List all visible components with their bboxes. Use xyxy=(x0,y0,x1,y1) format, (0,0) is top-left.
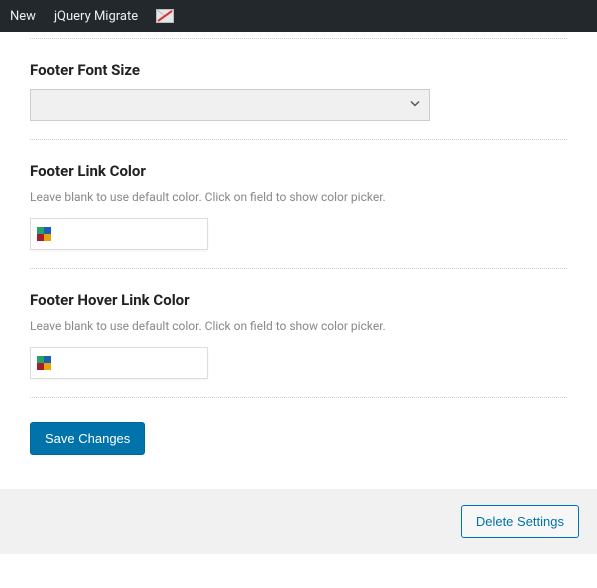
footer-hover-link-color-input[interactable] xyxy=(30,347,208,379)
admin-bar: New jQuery Migrate xyxy=(0,0,597,32)
footer-hover-link-color-desc: Leave blank to use default color. Click … xyxy=(30,319,567,333)
footer-link-color-desc: Leave blank to use default color. Click … xyxy=(30,190,567,204)
footer-actions: Delete Settings xyxy=(0,489,597,554)
footer-hover-link-color-title: Footer Hover Link Color xyxy=(30,291,567,309)
footer-link-color-input[interactable] xyxy=(30,218,208,250)
color-picker-icon xyxy=(37,356,51,370)
footer-hover-link-color-section: Footer Hover Link Color Leave blank to u… xyxy=(30,268,567,398)
save-row: Save Changes xyxy=(30,398,567,469)
footer-font-size-section: Footer Font Size xyxy=(30,38,567,140)
footer-font-size-title: Footer Font Size xyxy=(30,61,567,79)
save-changes-button[interactable]: Save Changes xyxy=(30,422,145,455)
color-picker-icon xyxy=(37,227,51,241)
adminbar-new-link[interactable]: New xyxy=(10,9,36,24)
footer-link-color-title: Footer Link Color xyxy=(30,162,567,180)
mail-icon[interactable] xyxy=(156,9,174,23)
adminbar-jquery-migrate-link[interactable]: jQuery Migrate xyxy=(54,9,138,24)
footer-link-color-section: Footer Link Color Leave blank to use def… xyxy=(30,139,567,269)
delete-settings-button[interactable]: Delete Settings xyxy=(461,505,579,538)
footer-font-size-select[interactable] xyxy=(30,89,430,121)
settings-content: Footer Font Size Footer Link Color Leave… xyxy=(0,38,597,489)
chevron-down-icon xyxy=(409,98,421,113)
